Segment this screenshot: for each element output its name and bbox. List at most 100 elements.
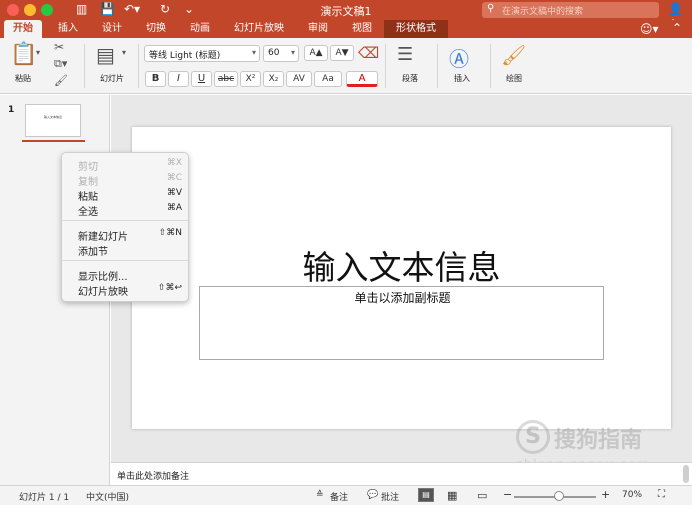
drawing-icon[interactable]: 🖌 [501, 43, 526, 67]
context-menu-item-label: 显示比例... [78, 272, 128, 283]
tab-slideshow[interactable]: 幻灯片放映 [226, 20, 292, 38]
context-menu-item[interactable]: 显示比例... [62, 267, 190, 283]
ribbon-divider [437, 44, 438, 88]
thumbnail-selection-indicator [22, 140, 85, 142]
status-bar: 幻灯片 1 / 1 中文(中国) ≙ 备注 💬 批注 ▤ ▦ ▭ − + 70%… [0, 485, 692, 505]
paste-label: 粘贴 [15, 74, 31, 83]
char-spacing-button[interactable]: AV [286, 71, 312, 87]
cut-icon[interactable]: ✂ [54, 40, 64, 54]
comments-icon[interactable]: 💬 [367, 490, 378, 500]
context-menu-item: 剪切 ⌘X [62, 157, 190, 173]
normal-view-icon[interactable]: ▤ [418, 488, 434, 502]
notes-scrollbar[interactable] [683, 465, 689, 483]
strikethrough-button[interactable]: abc [214, 71, 238, 87]
slide-sorter-icon[interactable]: ▦ [447, 489, 457, 502]
chevron-down-icon: ▾ [290, 48, 295, 57]
clear-format-icon[interactable]: ⌫ [358, 44, 379, 62]
font-size-value: 60 [268, 48, 280, 58]
copy-icon[interactable]: ⧉▾ [54, 57, 67, 71]
grow-font-button[interactable]: A▲ [304, 45, 328, 61]
collapse-ribbon-icon[interactable]: ⌃ [672, 21, 682, 35]
insert-shape-icon[interactable]: Ⓐ [449, 43, 469, 72]
sogou-logo-icon: S [516, 420, 550, 454]
ribbon-divider [490, 44, 491, 88]
format-painter-icon[interactable]: 🖌 [54, 74, 68, 87]
context-menu-item-label: 复制 [78, 177, 98, 188]
tab-insert[interactable]: 插入 [50, 20, 86, 38]
context-menu-item[interactable]: 全选 ⌘A [62, 202, 190, 218]
context-menu-item-label: 新建幻灯片 [78, 232, 128, 243]
context-menu-item-label: 添加节 [78, 247, 108, 258]
font-name-select[interactable]: 等线 Light (标题) ▾ [144, 45, 260, 62]
slide-layout-icon[interactable]: ▾ [122, 48, 126, 57]
tab-animations[interactable]: 动画 [182, 20, 218, 38]
tab-review[interactable]: 审阅 [300, 20, 336, 38]
tab-home[interactable]: 开始 [4, 20, 42, 38]
notes-toggle-label[interactable]: 备注 [330, 490, 348, 503]
context-menu-item-shortcut: ⌘A [166, 203, 182, 213]
tab-design[interactable]: 设计 [94, 20, 130, 38]
context-menu-item-shortcut: ⇧⌘N [158, 228, 182, 238]
insert-label: 插入 [454, 74, 470, 83]
subtitle-placeholder-box[interactable]: 单击以添加副标题 [199, 286, 604, 360]
ribbon-divider [138, 44, 139, 88]
smiley-feedback-icon[interactable]: ☺▾ [640, 22, 659, 36]
slide-number: 1 [8, 105, 15, 115]
underline-button[interactable]: U [191, 71, 212, 87]
slide-thumbnail[interactable]: 输入文本信息 [25, 104, 81, 137]
subscript-button[interactable]: X₂ [263, 71, 284, 87]
notes-toggle-icon[interactable]: ≙ [316, 490, 324, 500]
search-icon: ⚲ [487, 3, 495, 14]
fit-to-window-icon[interactable]: ⛶ [658, 489, 665, 500]
comments-label[interactable]: 批注 [381, 490, 399, 503]
draw-label: 绘图 [506, 74, 522, 83]
paragraph-label: 段落 [402, 74, 418, 83]
zoom-out-icon[interactable]: − [503, 488, 512, 501]
search-input[interactable]: ⚲ 在演示文稿中的搜索 [482, 2, 659, 18]
tab-shape-format[interactable]: 形状格式 [384, 20, 448, 38]
subtitle-placeholder: 单击以添加副标题 [354, 291, 451, 305]
paste-options-icon[interactable]: ▾ [36, 48, 40, 57]
bold-button[interactable]: B [145, 71, 166, 87]
context-menu-item-label: 剪切 [78, 162, 98, 173]
italic-button[interactable]: I [168, 71, 189, 87]
zoom-in-icon[interactable]: + [601, 488, 610, 501]
paste-icon[interactable]: 📋 [10, 42, 37, 67]
context-menu-separator [62, 220, 190, 221]
watermark-brand: 搜狗指南 [554, 428, 643, 453]
context-menu: 剪切 ⌘X 复制 ⌘C 粘贴 ⌘V 全选 ⌘A 新建幻灯片 ⇧⌘N 添加节 显示比例... 幻灯片放映 ⇧… [61, 152, 190, 302]
slides-label: 幻灯片 [100, 74, 124, 83]
notes-input[interactable]: 单击此处添加备注 [111, 462, 692, 485]
context-menu-item-shortcut: ⌘C [166, 173, 182, 183]
context-menu-item-label: 全选 [78, 207, 98, 218]
font-size-select[interactable]: 60 ▾ [263, 45, 299, 62]
ribbon-tabs: 开始 插入 设计 切换 动画 幻灯片放映 审阅 视图 形状格式 ☺▾ ⌃ [0, 20, 692, 38]
paragraph-icon[interactable]: ☰ [397, 44, 413, 65]
shrink-font-button[interactable]: A▼ [330, 45, 354, 61]
font-color-button[interactable]: A [346, 71, 378, 87]
zoom-slider-track[interactable] [514, 491, 596, 501]
context-menu-item[interactable]: 添加节 [62, 242, 190, 258]
superscript-button[interactable]: X² [240, 71, 261, 87]
slideshow-view-icon[interactable]: ▭ [477, 489, 487, 502]
change-case-button[interactable]: Aa [314, 71, 342, 87]
context-menu-item[interactable]: 幻灯片放映 ⇧⌘↩ [62, 282, 190, 298]
ribbon-divider [385, 44, 386, 88]
thumbnail-preview-text: 输入文本信息 [43, 115, 62, 119]
zoom-slider-handle[interactable] [554, 491, 565, 501]
tab-transitions[interactable]: 切换 [138, 20, 174, 38]
tab-view[interactable]: 视图 [344, 20, 380, 38]
slide-canvas[interactable]: 输入文本信息 单击以添加副标题 [132, 127, 671, 429]
context-menu-item-label: 幻灯片放映 [78, 287, 128, 298]
notes-placeholder: 单击此处添加备注 [117, 472, 190, 482]
slide-title[interactable]: 输入文本信息 [132, 241, 671, 289]
context-menu-item[interactable]: 粘贴 ⌘V [62, 187, 190, 203]
context-menu-item[interactable]: 新建幻灯片 ⇧⌘N [62, 227, 190, 243]
language-indicator[interactable]: 中文(中国) [86, 490, 129, 503]
font-name-value: 等线 Light (标题) [149, 51, 221, 61]
ribbon: 📋 ▾ 粘贴 ✂ ⧉▾ 🖌 ▤ ▾ 幻灯片 等线 Light (标题) ▾ 60… [0, 38, 692, 94]
zoom-level[interactable]: 70% [622, 490, 642, 500]
chevron-down-icon: ▾ [251, 48, 256, 57]
new-slide-icon[interactable]: ▤ [96, 43, 115, 67]
context-menu-item-shortcut: ⌘V [166, 188, 182, 198]
